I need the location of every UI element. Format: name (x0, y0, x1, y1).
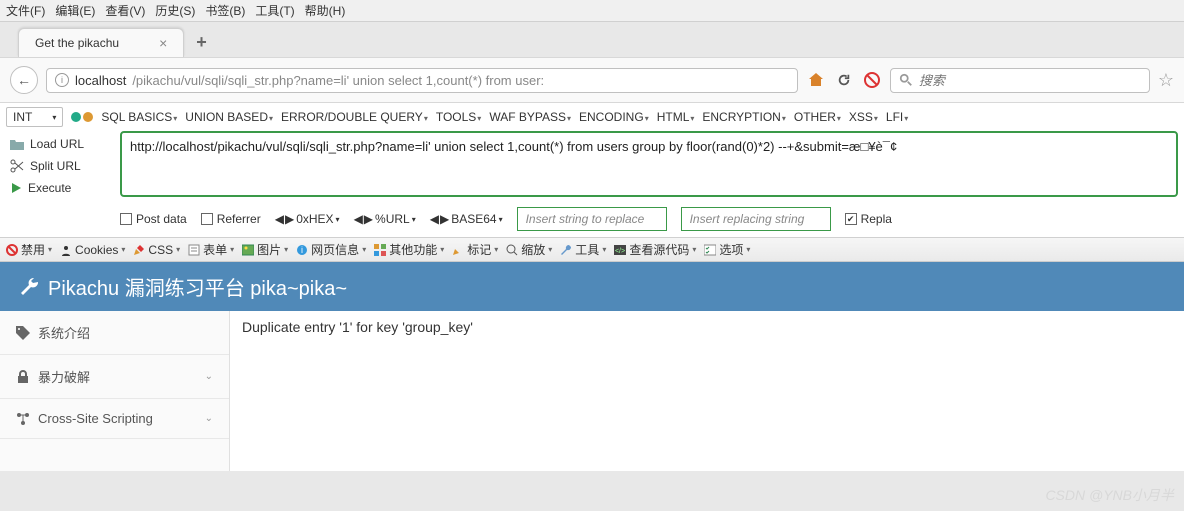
menu-bar: 文件(F) 编辑(E) 查看(V) 历史(S) 书签(B) 工具(T) 帮助(H… (0, 0, 1184, 22)
svg-text:</>: </> (615, 248, 625, 255)
dev-outline[interactable]: 标记▾ (452, 241, 498, 258)
insert-replace-field[interactable]: Insert replacing string (681, 207, 831, 231)
dev-source[interactable]: </>查看源代码▾ (614, 241, 696, 258)
info-icon: i (296, 244, 308, 256)
search-box[interactable] (890, 68, 1150, 93)
referrer-checkbox[interactable]: Referrer (201, 212, 261, 226)
purl-button[interactable]: ◀▶%URL▾ (354, 212, 416, 226)
hackbar-encryption[interactable]: ENCRYPTION▾ (702, 110, 785, 124)
replace-checkbox[interactable]: ✔Repla (845, 212, 892, 226)
load-url-button[interactable]: Load URL (6, 135, 116, 153)
watermark: CSDN @YNB小月半 (1045, 485, 1174, 505)
close-icon[interactable]: × (159, 35, 167, 51)
dev-misc[interactable]: 其他功能▾ (374, 241, 444, 258)
lock-icon (16, 370, 30, 384)
app-title: Pikachu 漏洞练习平台 pika~pika~ (48, 272, 347, 301)
person-icon (60, 244, 72, 256)
webdev-toolbar: 禁用▾ Cookies▾ CSS▾ 表单▾ 图片▾ i网页信息▾ 其他功能▾ 标… (0, 238, 1184, 262)
hackbar-html[interactable]: HTML▾ (657, 110, 695, 124)
execute-button[interactable]: Execute (6, 179, 116, 197)
form-icon (188, 244, 200, 256)
error-message: Duplicate entry '1' for key 'group_key' (242, 319, 473, 335)
play-icon (10, 182, 22, 194)
scissors-icon (10, 159, 24, 173)
oxhex-button[interactable]: ◀▶0xHEX▾ (275, 212, 340, 226)
url-input[interactable]: i localhost/pikachu/vul/sqli/sqli_str.ph… (46, 68, 798, 93)
sidebar-item-intro[interactable]: 系统介绍 (0, 311, 229, 355)
hackbar-error-double[interactable]: ERROR/DOUBLE QUERY▾ (281, 110, 428, 124)
zoom-icon (506, 244, 518, 256)
hackbar-url-field[interactable]: http://localhost/pikachu/vul/sqli/sqli_s… (120, 131, 1178, 197)
dev-resize[interactable]: 缩放▾ (506, 241, 552, 258)
dev-options[interactable]: 选项▾ (704, 241, 750, 258)
menu-history[interactable]: 历史(S) (155, 2, 195, 19)
url-path: /pikachu/vul/sqli/sqli_str.php?name=li' … (132, 73, 544, 88)
info-icon[interactable]: i (55, 73, 69, 87)
bookmark-star-icon[interactable]: ☆ (1158, 70, 1174, 91)
forbidden-icon (6, 244, 18, 256)
dev-disable[interactable]: 禁用▾ (6, 241, 52, 258)
tag-icon (16, 326, 30, 340)
main-content: Duplicate entry '1' for key 'group_key' (230, 311, 1184, 471)
checklist-icon (704, 244, 716, 256)
svg-text:i: i (301, 245, 303, 255)
wrench-icon (560, 244, 572, 256)
chevron-down-icon: ⌄ (205, 413, 213, 424)
search-icon (899, 73, 913, 87)
hackbar-lfi[interactable]: LFI▾ (886, 110, 908, 124)
url-host: localhost (75, 73, 126, 88)
sidebar-item-xss[interactable]: Cross-Site Scripting ⌄ (0, 399, 229, 439)
tab-strip: Get the pikachu × + (0, 22, 1184, 57)
code-icon: </> (614, 244, 626, 256)
dev-images[interactable]: 图片▾ (242, 241, 288, 258)
insert-search-field[interactable]: Insert string to replace (517, 207, 667, 231)
pencil-icon (133, 244, 145, 256)
hackbar-tools[interactable]: TOOLS▾ (436, 110, 481, 124)
sidebar: 系统介绍 暴力破解 ⌄ Cross-Site Scripting ⌄ (0, 311, 230, 471)
menu-bookmarks[interactable]: 书签(B) (205, 2, 245, 19)
db-selector[interactable] (71, 112, 93, 122)
search-input[interactable] (919, 73, 1141, 88)
folder-icon (10, 138, 24, 150)
tab-active[interactable]: Get the pikachu × (18, 28, 184, 57)
address-toolbar: ← i localhost/pikachu/vul/sqli/sqli_str.… (0, 57, 1184, 103)
post-data-checkbox[interactable]: Post data (120, 212, 187, 226)
reload-icon[interactable] (834, 70, 854, 90)
menu-view[interactable]: 查看(V) (105, 2, 145, 19)
back-button[interactable]: ← (10, 66, 38, 94)
hackbar-encoding[interactable]: ENCODING▾ (579, 110, 649, 124)
base64-button[interactable]: ◀▶BASE64▾ (430, 212, 503, 226)
dev-info[interactable]: i网页信息▾ (296, 241, 366, 258)
menu-tools[interactable]: 工具(T) (255, 2, 294, 19)
split-url-button[interactable]: Split URL (6, 157, 116, 175)
menu-file[interactable]: 文件(F) (6, 2, 45, 19)
hackbar-waf-bypass[interactable]: WAF BYPASS▾ (489, 110, 571, 124)
grid-icon (374, 244, 386, 256)
wrench-icon (20, 277, 40, 297)
app-header: Pikachu 漏洞练习平台 pika~pika~ (0, 262, 1184, 311)
home-icon[interactable] (806, 70, 826, 90)
dev-tools2[interactable]: 工具▾ (560, 241, 606, 258)
chevron-down-icon: ⌄ (205, 371, 213, 382)
hackbar-sql-basics[interactable]: SQL BASICS▾ (101, 110, 177, 124)
tab-title: Get the pikachu (35, 36, 119, 50)
dev-forms[interactable]: 表单▾ (188, 241, 234, 258)
menu-help[interactable]: 帮助(H) (305, 2, 346, 19)
hackbar-union-based[interactable]: UNION BASED▾ (185, 110, 273, 124)
int-select[interactable]: INT▾ (6, 107, 63, 127)
new-tab-button[interactable]: + (196, 32, 207, 53)
image-icon (242, 244, 254, 256)
dev-css[interactable]: CSS▾ (133, 243, 180, 257)
content-area: 系统介绍 暴力破解 ⌄ Cross-Site Scripting ⌄ Dupli… (0, 311, 1184, 471)
hackbar-panel: INT▾ SQL BASICS▾ UNION BASED▾ ERROR/DOUB… (0, 103, 1184, 238)
hackbar-menubar: INT▾ SQL BASICS▾ UNION BASED▾ ERROR/DOUB… (0, 103, 1184, 131)
sidebar-item-bruteforce[interactable]: 暴力破解 ⌄ (0, 355, 229, 399)
noscript-icon[interactable] (862, 70, 882, 90)
hackbar-other[interactable]: OTHER▾ (794, 110, 841, 124)
pencil-icon (452, 244, 464, 256)
hackbar-xss[interactable]: XSS▾ (849, 110, 878, 124)
flow-icon (16, 412, 30, 426)
dev-cookies[interactable]: Cookies▾ (60, 243, 125, 257)
menu-edit[interactable]: 编辑(E) (55, 2, 95, 19)
